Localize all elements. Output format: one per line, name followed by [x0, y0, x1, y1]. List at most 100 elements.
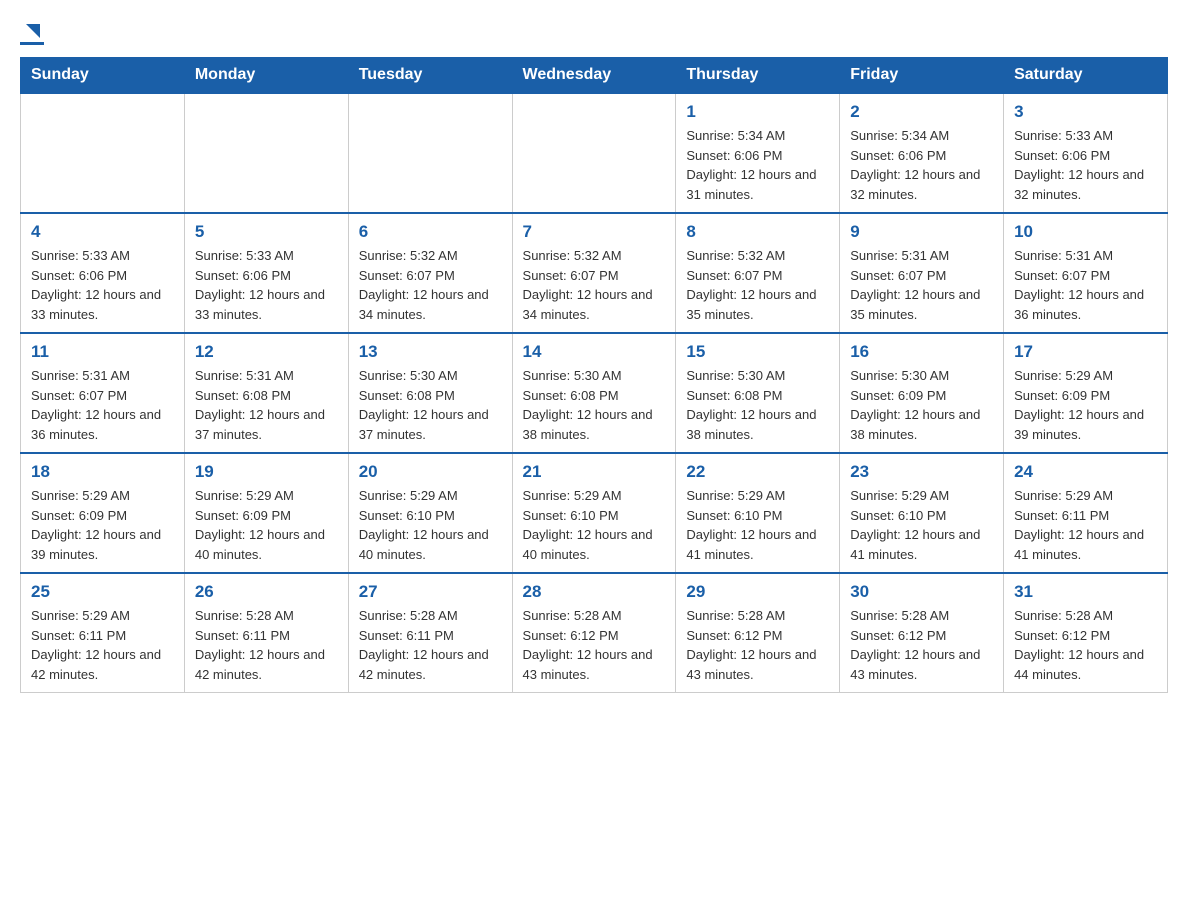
calendar-cell: 7Sunrise: 5:32 AM Sunset: 6:07 PM Daylig…: [512, 213, 676, 333]
col-sunday: Sunday: [21, 58, 185, 94]
day-number: 11: [31, 342, 174, 362]
day-info: Sunrise: 5:30 AM Sunset: 6:09 PM Dayligh…: [850, 366, 993, 444]
day-info: Sunrise: 5:29 AM Sunset: 6:10 PM Dayligh…: [523, 486, 666, 564]
calendar-cell: 6 Sunrise: 5:32 AM Sunset: 6:07 PM Daylig…: [348, 213, 512, 333]
calendar-cell: 16 Sunrise: 5:30 AM Sunset: 6:09 PM Dayli…: [840, 333, 1004, 453]
day-info: Sunrise: 5:34 AM Sunset: 6:06 PM Dayligh…: [850, 126, 993, 204]
page-header: [20, 20, 1168, 47]
col-saturday: Saturday: [1004, 58, 1168, 94]
day-info: Sunrise: 5:29 AM Sunset: 6:10 PM Dayligh…: [850, 486, 993, 564]
day-info: Sunrise: 5:31 AM Sunset: 6:07 PM Dayligh…: [1014, 246, 1157, 324]
calendar-cell: 20 Sunrise: 5:29 AM Sunset: 6:10 PM Dayli…: [348, 453, 512, 573]
calendar-cell: 18 Sunrise: 5:29 AM Sunset: 6:09 PM Dayli…: [21, 453, 185, 573]
calendar-cell: 27Sunrise: 5:28 AM Sunset: 6:11 PM Dayli…: [348, 573, 512, 693]
day-info: Sunrise: 5:32 AM Sunset: 6:07 PM Dayligh…: [686, 246, 829, 324]
col-friday: Friday: [840, 58, 1004, 94]
day-number: 24: [1014, 462, 1157, 482]
calendar-cell: 8 Sunrise: 5:32 AM Sunset: 6:07 PM Daylig…: [676, 213, 840, 333]
calendar-cell: 2 Sunrise: 5:34 AM Sunset: 6:06 PM Daylig…: [840, 93, 1004, 213]
calendar-cell: 17 Sunrise: 5:29 AM Sunset: 6:09 PM Dayli…: [1004, 333, 1168, 453]
calendar-cell: 29 Sunrise: 5:28 AM Sunset: 6:12 PM Dayli…: [676, 573, 840, 693]
day-number: 16: [850, 342, 993, 362]
day-number: 27: [359, 582, 502, 602]
calendar-cell: 28 Sunrise: 5:28 AM Sunset: 6:12 PM Dayli…: [512, 573, 676, 693]
day-number: 19: [195, 462, 338, 482]
day-number: 13: [359, 342, 502, 362]
week-row-1: 1 Sunrise: 5:34 AM Sunset: 6:06 PM Daylig…: [21, 93, 1168, 213]
day-number: 3: [1014, 102, 1157, 122]
day-info: Sunrise: 5:28 AM Sunset: 6:12 PM Dayligh…: [686, 606, 829, 684]
day-info: Sunrise: 5:30 AM Sunset: 6:08 PM Dayligh…: [359, 366, 502, 444]
day-number: 4: [31, 222, 174, 242]
day-info: Sunrise: 5:33 AM Sunset: 6:06 PM Dayligh…: [31, 246, 174, 324]
day-number: 20: [359, 462, 502, 482]
col-thursday: Thursday: [676, 58, 840, 94]
day-number: 23: [850, 462, 993, 482]
calendar-cell: 9Sunrise: 5:31 AM Sunset: 6:07 PM Daylig…: [840, 213, 1004, 333]
day-number: 5: [195, 222, 338, 242]
day-info: Sunrise: 5:28 AM Sunset: 6:12 PM Dayligh…: [523, 606, 666, 684]
calendar-cell: [184, 93, 348, 213]
calendar-cell: 14 Sunrise: 5:30 AM Sunset: 6:08 PM Dayli…: [512, 333, 676, 453]
calendar-cell: 23 Sunrise: 5:29 AM Sunset: 6:10 PM Dayli…: [840, 453, 1004, 573]
day-number: 17: [1014, 342, 1157, 362]
col-wednesday: Wednesday: [512, 58, 676, 94]
day-info: Sunrise: 5:31 AM Sunset: 6:08 PM Dayligh…: [195, 366, 338, 444]
day-number: 10: [1014, 222, 1157, 242]
day-number: 26: [195, 582, 338, 602]
calendar-cell: 30 Sunrise: 5:28 AM Sunset: 6:12 PM Dayli…: [840, 573, 1004, 693]
calendar-cell: 31Sunrise: 5:28 AM Sunset: 6:12 PM Dayli…: [1004, 573, 1168, 693]
day-number: 21: [523, 462, 666, 482]
calendar-cell: 3 Sunrise: 5:33 AM Sunset: 6:06 PM Daylig…: [1004, 93, 1168, 213]
day-info: Sunrise: 5:34 AM Sunset: 6:06 PM Dayligh…: [686, 126, 829, 204]
calendar-cell: 26 Sunrise: 5:28 AM Sunset: 6:11 PM Dayli…: [184, 573, 348, 693]
calendar-table: Sunday Monday Tuesday Wednesday Thursday…: [20, 57, 1168, 693]
day-info: Sunrise: 5:29 AM Sunset: 6:09 PM Dayligh…: [31, 486, 174, 564]
day-number: 14: [523, 342, 666, 362]
day-info: Sunrise: 5:33 AM Sunset: 6:06 PM Dayligh…: [1014, 126, 1157, 204]
day-number: 9: [850, 222, 993, 242]
calendar-cell: 5Sunrise: 5:33 AM Sunset: 6:06 PM Daylig…: [184, 213, 348, 333]
calendar-cell: 22Sunrise: 5:29 AM Sunset: 6:10 PM Dayli…: [676, 453, 840, 573]
day-info: Sunrise: 5:32 AM Sunset: 6:07 PM Dayligh…: [359, 246, 502, 324]
logo-triangle-icon: [22, 20, 44, 42]
logo: [20, 20, 44, 47]
day-info: Sunrise: 5:28 AM Sunset: 6:12 PM Dayligh…: [850, 606, 993, 684]
day-number: 15: [686, 342, 829, 362]
calendar-cell: [512, 93, 676, 213]
calendar-header-row: Sunday Monday Tuesday Wednesday Thursday…: [21, 58, 1168, 94]
day-number: 18: [31, 462, 174, 482]
calendar-cell: 24Sunrise: 5:29 AM Sunset: 6:11 PM Dayli…: [1004, 453, 1168, 573]
day-number: 30: [850, 582, 993, 602]
day-info: Sunrise: 5:30 AM Sunset: 6:08 PM Dayligh…: [523, 366, 666, 444]
calendar-cell: 13 Sunrise: 5:30 AM Sunset: 6:08 PM Dayli…: [348, 333, 512, 453]
day-number: 28: [523, 582, 666, 602]
calendar-cell: 10 Sunrise: 5:31 AM Sunset: 6:07 PM Dayli…: [1004, 213, 1168, 333]
calendar-cell: [348, 93, 512, 213]
day-info: Sunrise: 5:29 AM Sunset: 6:10 PM Dayligh…: [359, 486, 502, 564]
day-info: Sunrise: 5:29 AM Sunset: 6:09 PM Dayligh…: [1014, 366, 1157, 444]
day-number: 8: [686, 222, 829, 242]
col-tuesday: Tuesday: [348, 58, 512, 94]
day-info: Sunrise: 5:30 AM Sunset: 6:08 PM Dayligh…: [686, 366, 829, 444]
day-number: 6: [359, 222, 502, 242]
calendar-cell: 1 Sunrise: 5:34 AM Sunset: 6:06 PM Daylig…: [676, 93, 840, 213]
calendar-cell: 21 Sunrise: 5:29 AM Sunset: 6:10 PM Dayli…: [512, 453, 676, 573]
calendar-cell: [21, 93, 185, 213]
week-row-4: 18 Sunrise: 5:29 AM Sunset: 6:09 PM Dayli…: [21, 453, 1168, 573]
day-number: 29: [686, 582, 829, 602]
day-number: 2: [850, 102, 993, 122]
calendar-cell: 15 Sunrise: 5:30 AM Sunset: 6:08 PM Dayli…: [676, 333, 840, 453]
day-info: Sunrise: 5:28 AM Sunset: 6:11 PM Dayligh…: [195, 606, 338, 684]
day-number: 1: [686, 102, 829, 122]
calendar-cell: 25Sunrise: 5:29 AM Sunset: 6:11 PM Dayli…: [21, 573, 185, 693]
day-info: Sunrise: 5:32 AM Sunset: 6:07 PM Dayligh…: [523, 246, 666, 324]
col-monday: Monday: [184, 58, 348, 94]
day-info: Sunrise: 5:29 AM Sunset: 6:10 PM Dayligh…: [686, 486, 829, 564]
day-info: Sunrise: 5:29 AM Sunset: 6:09 PM Dayligh…: [195, 486, 338, 564]
day-number: 31: [1014, 582, 1157, 602]
week-row-2: 4 Sunrise: 5:33 AM Sunset: 6:06 PM Daylig…: [21, 213, 1168, 333]
calendar-cell: 12Sunrise: 5:31 AM Sunset: 6:08 PM Dayli…: [184, 333, 348, 453]
day-number: 25: [31, 582, 174, 602]
day-info: Sunrise: 5:31 AM Sunset: 6:07 PM Dayligh…: [31, 366, 174, 444]
